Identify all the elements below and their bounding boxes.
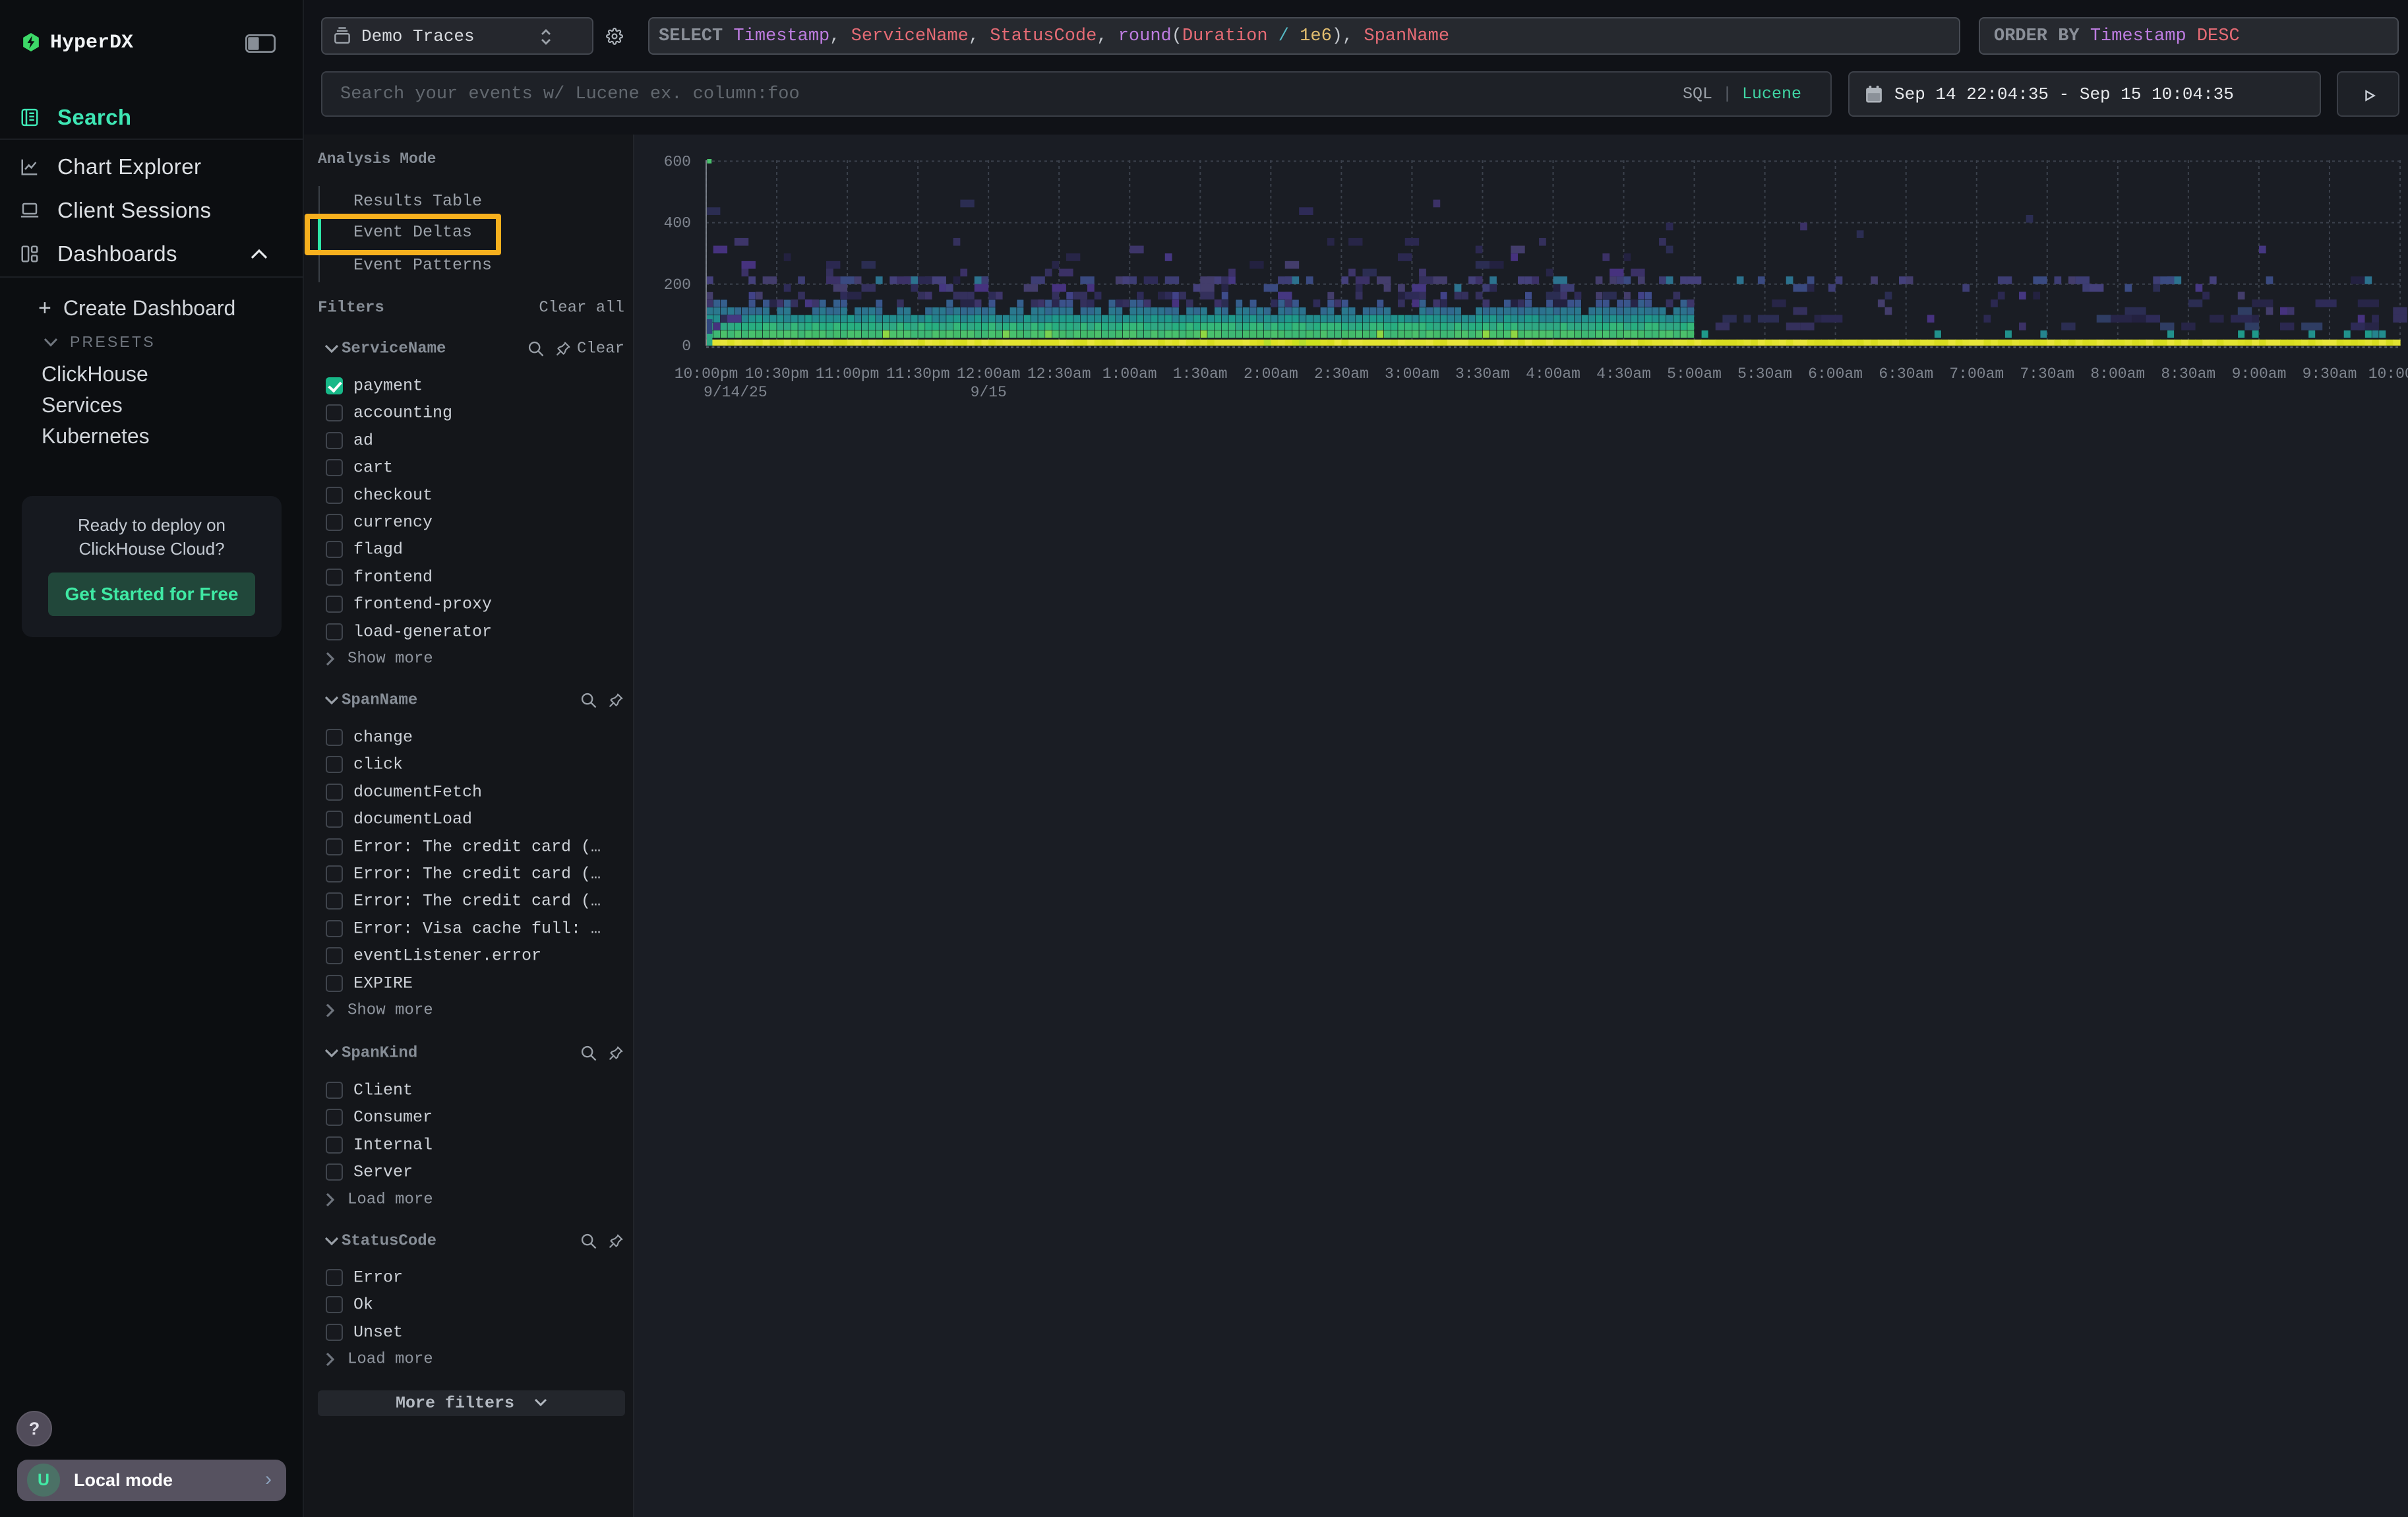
svg-text:3:00am: 3:00am — [1385, 365, 1439, 383]
svg-text:5:30am: 5:30am — [1737, 365, 1792, 383]
svg-text:9/14/25: 9/14/25 — [704, 384, 768, 401]
svg-text:7:30am: 7:30am — [2020, 365, 2074, 383]
svg-text:12:00am: 12:00am — [957, 365, 1021, 383]
svg-text:2:00am: 2:00am — [1244, 365, 1298, 383]
svg-text:8:30am: 8:30am — [2161, 365, 2215, 383]
svg-text:200: 200 — [664, 276, 691, 294]
svg-text:12:30am: 12:30am — [1027, 365, 1091, 383]
svg-text:1:00am: 1:00am — [1102, 365, 1157, 383]
svg-text:10:30pm: 10:30pm — [745, 365, 809, 383]
svg-text:6:00am: 6:00am — [1808, 365, 1863, 383]
svg-text:8:00am: 8:00am — [2090, 365, 2145, 383]
svg-text:6:30am: 6:30am — [1879, 365, 1933, 383]
svg-text:1:30am: 1:30am — [1173, 365, 1228, 383]
svg-text:9/15: 9/15 — [971, 384, 1007, 401]
svg-text:5:00am: 5:00am — [1667, 365, 1722, 383]
svg-text:600: 600 — [664, 153, 691, 170]
svg-text:2:30am: 2:30am — [1314, 365, 1369, 383]
svg-text:4:30am: 4:30am — [1596, 365, 1651, 383]
svg-text:11:30pm: 11:30pm — [886, 365, 950, 383]
svg-text:9:30am: 9:30am — [2303, 365, 2357, 383]
svg-text:4:00am: 4:00am — [1526, 365, 1580, 383]
svg-text:10:00am: 10:00am — [2368, 365, 2408, 383]
svg-text:9:00am: 9:00am — [2232, 365, 2287, 383]
svg-text:7:00am: 7:00am — [1949, 365, 2004, 383]
svg-text:11:00pm: 11:00pm — [816, 365, 880, 383]
svg-text:0: 0 — [682, 338, 691, 355]
svg-text:400: 400 — [664, 215, 691, 232]
svg-text:3:30am: 3:30am — [1455, 365, 1510, 383]
svg-text:10:00pm: 10:00pm — [675, 365, 738, 383]
